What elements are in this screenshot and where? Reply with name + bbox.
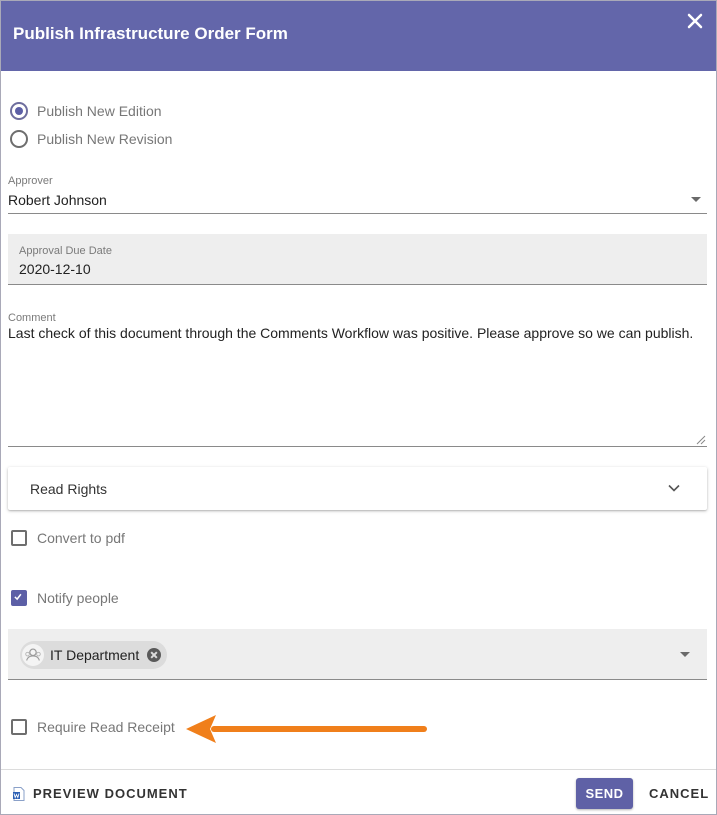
comment-underline <box>8 446 707 447</box>
convert-pdf-checkbox[interactable]: Convert to pdf <box>11 528 125 548</box>
dropdown-arrow-icon[interactable] <box>680 652 690 657</box>
checkbox-box-checked[interactable] <box>11 590 27 606</box>
checkmark-icon <box>14 593 22 601</box>
due-date-field[interactable]: Approval Due Date 2020-12-10 <box>8 234 707 285</box>
dropdown-arrow-icon[interactable] <box>691 197 701 202</box>
close-icon[interactable] <box>684 10 706 32</box>
send-button[interactable]: SEND <box>576 778 633 809</box>
preview-document-button[interactable]: PREVIEW DOCUMENT <box>13 786 188 801</box>
publish-dialog: Publish Infrastructure Order Form Publis… <box>0 0 717 815</box>
checkbox-box[interactable] <box>11 530 27 546</box>
radio-button[interactable] <box>10 130 28 148</box>
word-document-icon <box>13 786 25 801</box>
dialog-title: Publish Infrastructure Order Form <box>13 24 288 43</box>
due-date-value[interactable]: 2020-12-10 <box>19 261 91 277</box>
due-date-label: Approval Due Date <box>19 245 112 257</box>
radio-label: Publish New Revision <box>37 131 173 147</box>
checkbox-label: Notify people <box>37 590 119 606</box>
chevron-down-icon[interactable] <box>667 481 681 495</box>
checkbox-label: Convert to pdf <box>37 530 125 546</box>
read-rights-expander[interactable]: Read Rights <box>8 467 707 510</box>
dialog-footer: PREVIEW DOCUMENT SEND CANCEL <box>1 769 716 815</box>
resize-handle-icon[interactable] <box>696 435 706 445</box>
remove-chip-icon[interactable] <box>147 648 162 662</box>
approver-underline <box>8 213 707 214</box>
chip-label: IT Department <box>50 647 140 663</box>
cancel-button[interactable]: CANCEL <box>649 786 709 801</box>
checkbox-label: Require Read Receipt <box>37 719 175 735</box>
comment-textarea[interactable]: Last check of this document through the … <box>8 321 698 346</box>
radio-publish-new-revision[interactable]: Publish New Revision <box>10 129 172 149</box>
checkbox-box[interactable] <box>11 719 27 735</box>
read-rights-label: Read Rights <box>30 481 108 497</box>
approver-label: Approver <box>8 175 53 187</box>
dialog-header: Publish Infrastructure Order Form <box>1 1 716 71</box>
read-receipt-checkbox[interactable]: Require Read Receipt <box>11 717 175 737</box>
radio-publish-new-edition[interactable]: Publish New Edition <box>10 101 162 121</box>
notify-people-checkbox[interactable]: Notify people <box>11 588 119 608</box>
approver-value[interactable]: Robert Johnson <box>8 192 107 208</box>
radio-label: Publish New Edition <box>37 103 162 119</box>
recipient-chip[interactable]: IT Department <box>20 641 168 669</box>
group-icon <box>22 644 44 666</box>
radio-button-selected[interactable] <box>10 102 28 120</box>
annotation-arrow-icon <box>186 715 427 743</box>
preview-document-label: PREVIEW DOCUMENT <box>33 786 188 801</box>
